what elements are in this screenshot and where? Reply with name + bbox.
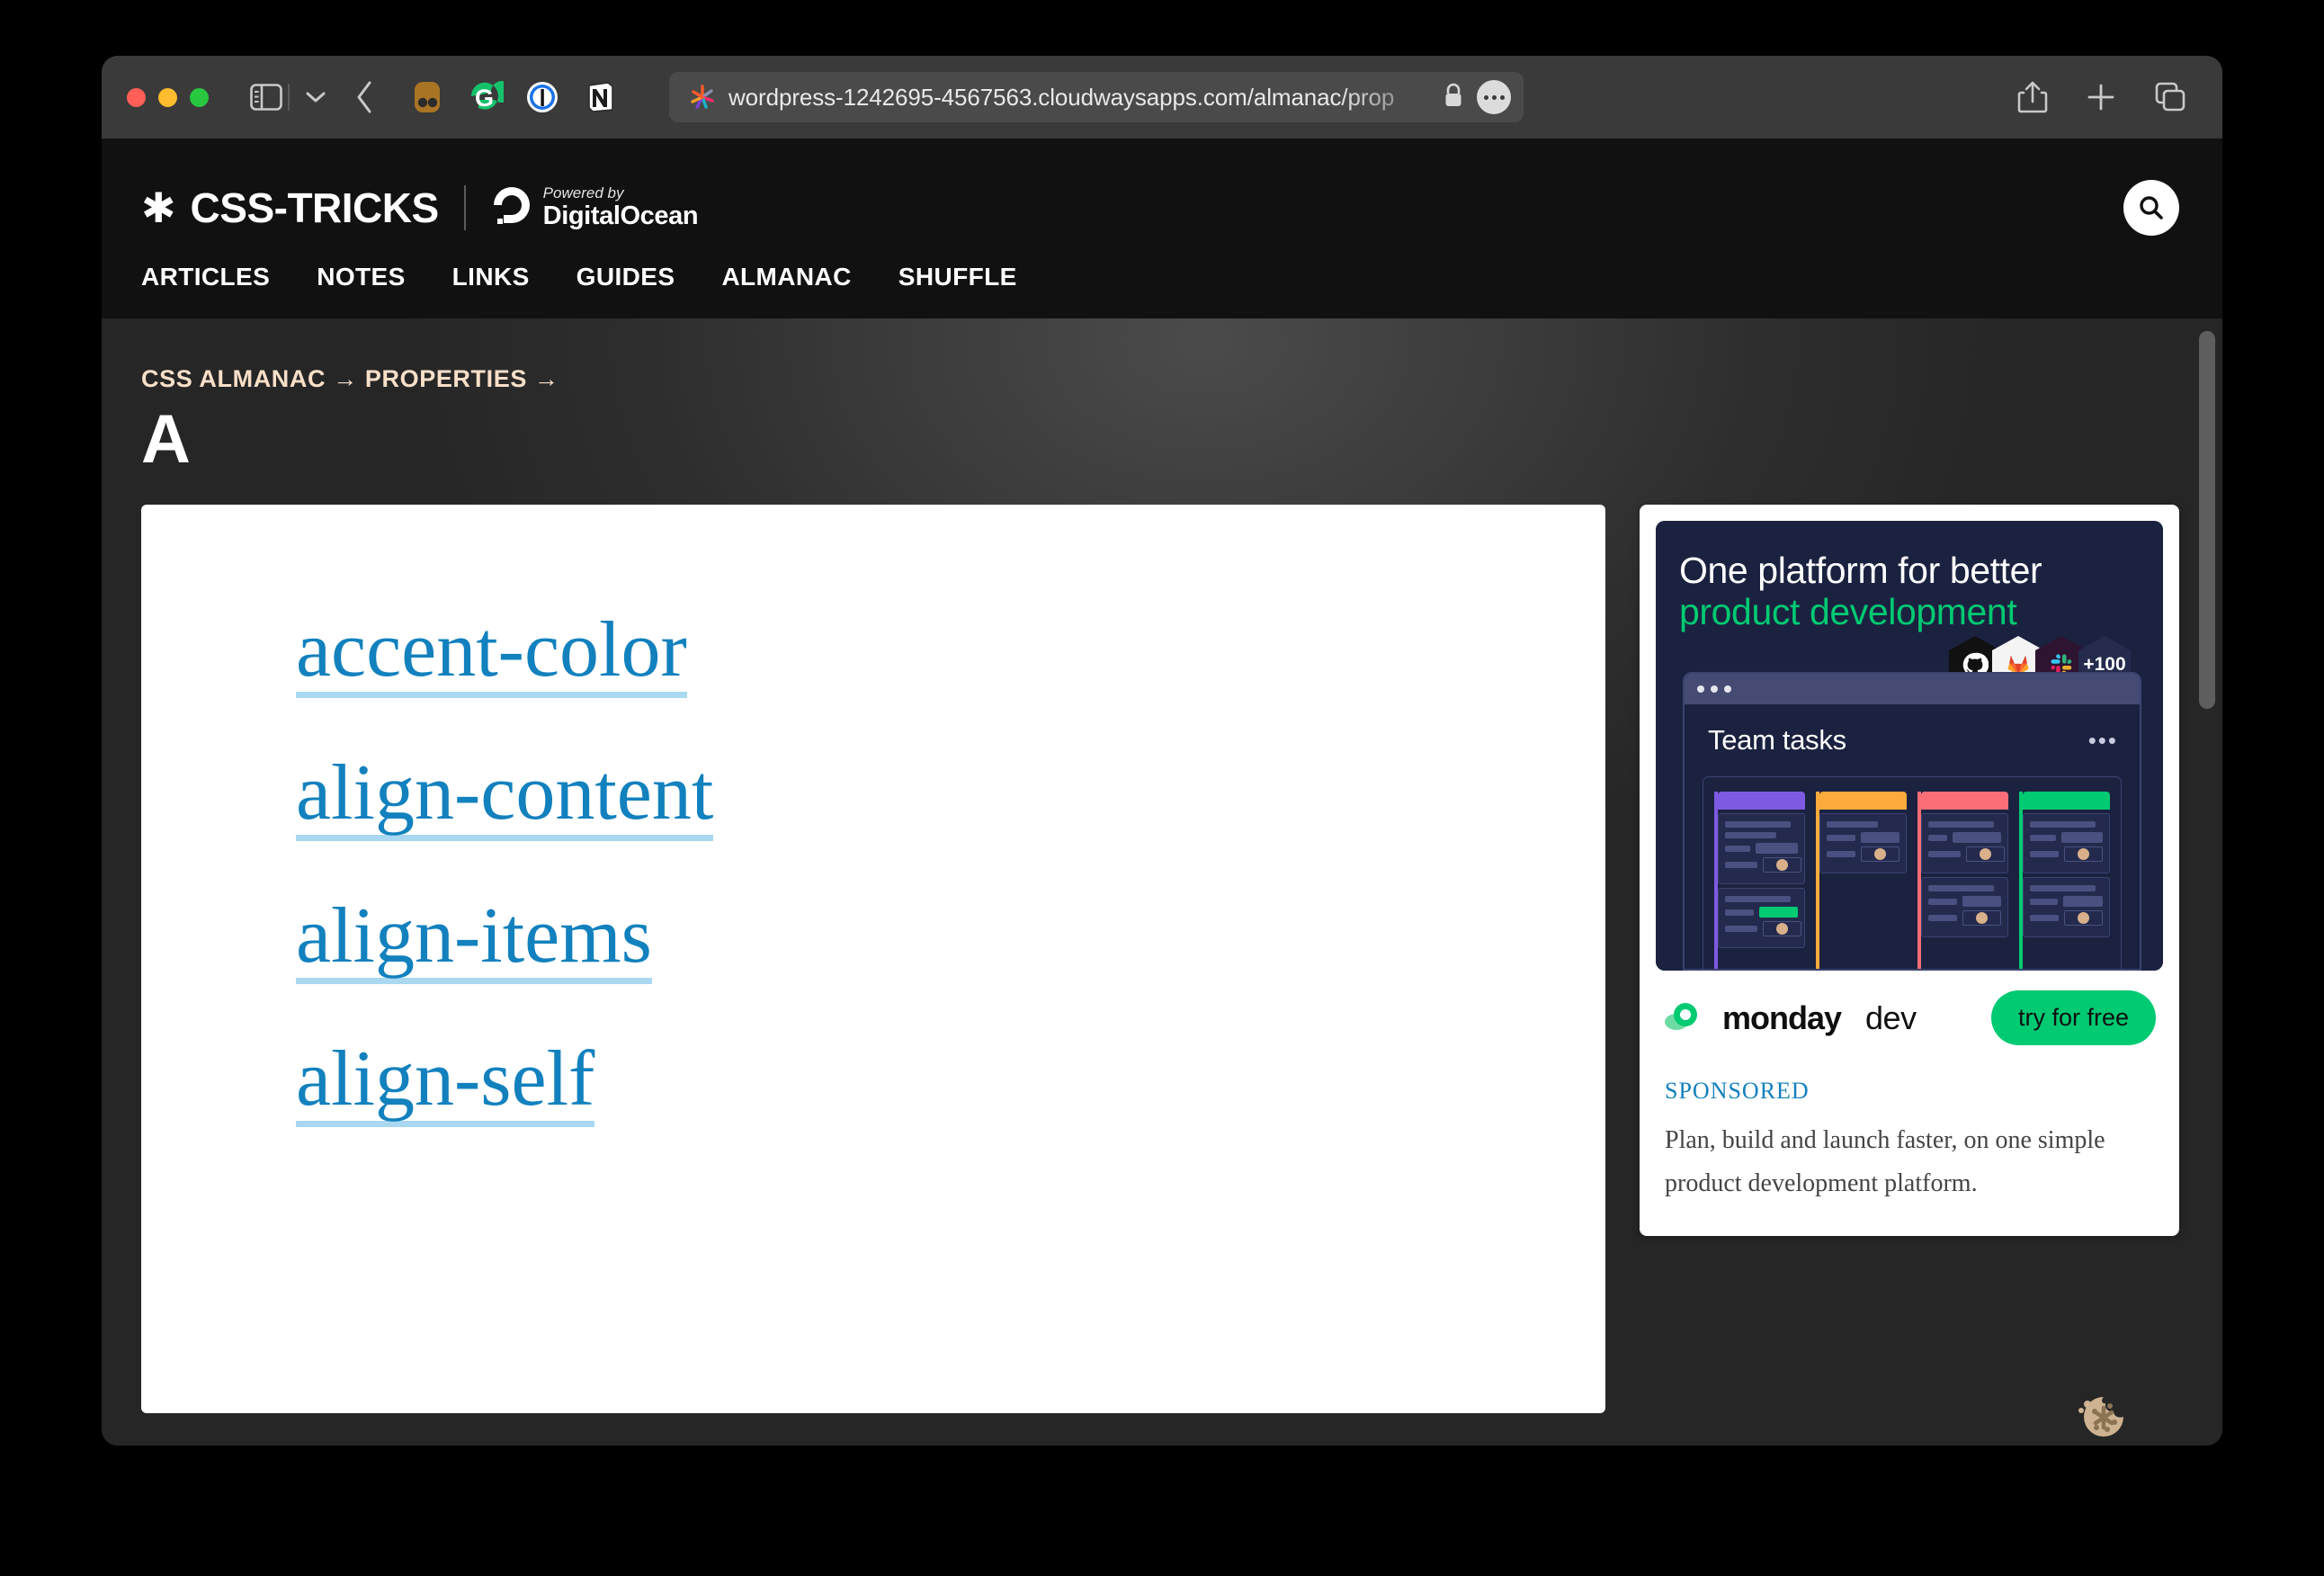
monday-logo-icon <box>1663 998 1706 1038</box>
share-icon[interactable] <box>2017 79 2048 115</box>
breadcrumb[interactable]: CSS ALMANAC → PROPERTIES → <box>102 318 2222 393</box>
nav-item-shuffle[interactable]: SHUFFLE <box>898 263 1017 291</box>
property-link-align-self[interactable]: align-self <box>296 1040 594 1127</box>
toolbar-divider <box>288 84 290 111</box>
ad-kanban-column <box>1917 792 2008 971</box>
url-text: wordpress-1242695-4567563.cloudwaysapps.… <box>728 84 1430 112</box>
page-scrollbar[interactable] <box>2199 329 2215 1444</box>
ad-window-menu-icon: ••• <box>2088 727 2118 755</box>
new-tab-icon[interactable] <box>2086 82 2116 112</box>
css-tricks-asterisk-icon: ✱ <box>141 187 176 228</box>
ad-footer: SPONSORED Plan, build and launch faster,… <box>1640 1065 2179 1236</box>
page-title: A <box>102 393 2222 474</box>
ellipsis-icon[interactable] <box>1477 80 1511 114</box>
main-navigation: ARTICLES NOTES LINKS GUIDES ALMANAC SHUF… <box>102 243 2222 318</box>
sponsored-description: Plan, build and launch faster, on one si… <box>1665 1119 2154 1205</box>
svg-text:G: G <box>475 85 494 112</box>
ad-kanban-column <box>2019 792 2110 971</box>
search-icon <box>2137 193 2166 222</box>
site-logo[interactable]: ✱ CSS-TRICKS <box>141 184 439 232</box>
notion-extension-icon[interactable] <box>581 78 619 116</box>
minimize-window-button[interactable] <box>158 88 177 107</box>
page-scrollbar-thumb[interactable] <box>2199 331 2215 709</box>
1password-extension-icon[interactable] <box>523 78 561 116</box>
ad-headline-line-2: product development <box>1679 591 2140 632</box>
browser-toolbar: G <box>102 56 2222 139</box>
digitalocean-mark-icon <box>491 184 532 232</box>
grammarly-extension-icon[interactable]: G <box>466 78 504 116</box>
ad-window-title-text: Team tasks <box>1708 724 1846 757</box>
nav-item-almanac[interactable]: ALMANAC <box>721 263 851 291</box>
site-header: ✱ CSS-TRICKS Powered by DigitalOcea <box>102 139 2222 318</box>
browser-window: G <box>102 56 2222 1446</box>
sidebar-icon[interactable] <box>248 82 284 112</box>
chevron-left-icon[interactable] <box>344 79 385 115</box>
tab-overview-icon[interactable] <box>2154 81 2186 113</box>
properties-list-card: accent-color align-content align-items a… <box>141 505 1605 1413</box>
ad-creative[interactable]: One platform for better product developm… <box>1656 521 2163 971</box>
nav-item-guides[interactable]: GUIDES <box>577 263 675 291</box>
digitalocean-partner-logo[interactable]: Powered by DigitalOcean <box>491 184 698 232</box>
cookie-consent-icon[interactable] <box>2069 1383 2136 1446</box>
digitalocean-powered-by-label: Powered by <box>543 185 698 202</box>
extension-icons: G <box>408 78 619 116</box>
nav-item-notes[interactable]: NOTES <box>317 263 405 291</box>
sponsored-label: SPONSORED <box>1665 1078 2154 1105</box>
nav-item-articles[interactable]: ARTICLES <box>141 263 270 291</box>
ad-kanban-board <box>1703 776 2122 971</box>
property-link-align-content[interactable]: align-content <box>296 754 713 841</box>
sponsored-ad-panel[interactable]: One platform for better product developm… <box>1640 505 2179 1236</box>
ad-headline-line-1: One platform for better <box>1679 550 2140 591</box>
try-for-free-button[interactable]: try for free <box>1991 990 2156 1045</box>
site-logo-wordmark: CSS-TRICKS <box>191 184 439 232</box>
property-link-align-items[interactable]: align-items <box>296 897 652 984</box>
ad-app-window-mockup: Team tasks ••• <box>1683 672 2141 971</box>
monday-product-name: dev <box>1865 999 1917 1037</box>
page-content: CSS ALMANAC → PROPERTIES → A accent-colo… <box>102 318 2222 1446</box>
logo-divider <box>464 185 466 230</box>
nav-item-links[interactable]: LINKS <box>452 263 530 291</box>
ad-window-titlebar <box>1685 674 2140 704</box>
page-viewport: ✱ CSS-TRICKS Powered by DigitalOcea <box>102 139 2222 1446</box>
bitwarden-extension-icon[interactable] <box>408 78 446 116</box>
ad-kanban-column <box>1714 792 1805 971</box>
monday-brand-name: monday <box>1722 999 1841 1037</box>
chevron-down-icon[interactable] <box>302 82 329 112</box>
address-bar[interactable]: wordpress-1242695-4567563.cloudwaysapps.… <box>669 72 1524 122</box>
css-tricks-asterisk-icon <box>689 84 716 111</box>
window-controls <box>127 88 209 107</box>
property-link-accent-color[interactable]: accent-color <box>296 611 687 698</box>
lock-icon <box>1443 82 1464 113</box>
close-window-button[interactable] <box>127 88 146 107</box>
maximize-window-button[interactable] <box>190 88 209 107</box>
search-button[interactable] <box>2123 180 2179 236</box>
ad-window-title-row: Team tasks ••• <box>1685 704 2140 757</box>
ad-brand-bar: monday dev try for free <box>1640 971 2179 1065</box>
digitalocean-name: DigitalOcean <box>543 202 698 229</box>
toolbar-right-actions <box>2017 79 2192 115</box>
ad-kanban-column <box>1816 792 1907 971</box>
